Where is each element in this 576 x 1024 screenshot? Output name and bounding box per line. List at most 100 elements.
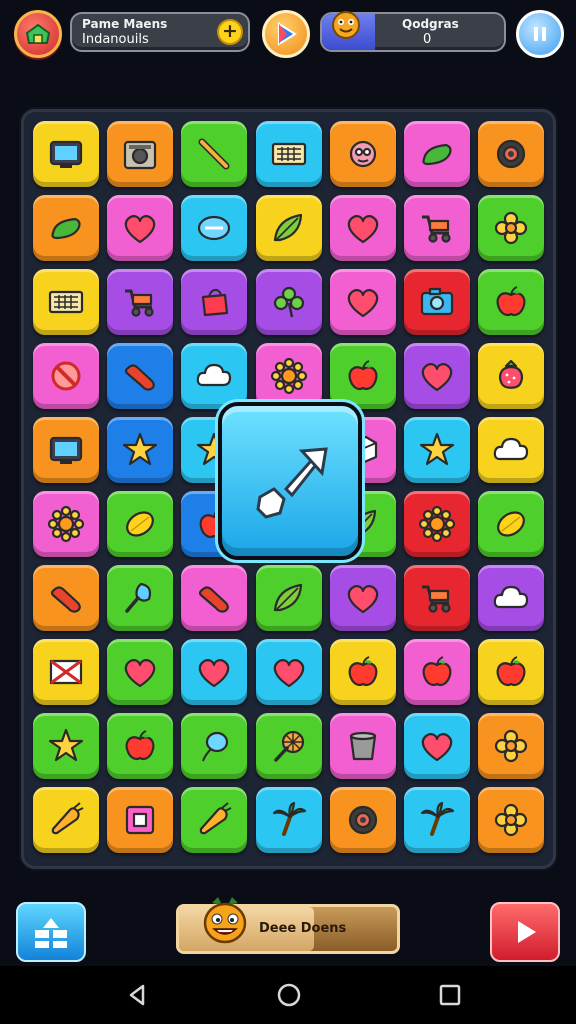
- board-tile[interactable]: [33, 269, 99, 335]
- board-tile[interactable]: [255, 639, 322, 705]
- bag-icon: [202, 288, 229, 317]
- board-tile[interactable]: [255, 565, 322, 631]
- board-tile[interactable]: [33, 639, 99, 705]
- apple-icon: [125, 730, 155, 761]
- stick-icon: [198, 138, 230, 170]
- apple-icon: [348, 360, 378, 391]
- board-tile[interactable]: [107, 121, 174, 187]
- board-tile[interactable]: [181, 121, 248, 187]
- star-icon: [48, 728, 84, 762]
- board-tile[interactable]: [255, 269, 322, 335]
- recents-icon[interactable]: [437, 982, 463, 1008]
- board-tile[interactable]: [33, 195, 99, 261]
- board-tile[interactable]: [33, 417, 99, 483]
- board-tile[interactable]: [33, 565, 99, 631]
- trowel-icon: [125, 582, 152, 613]
- board-tile[interactable]: [404, 343, 470, 409]
- heart-icon: [347, 289, 379, 318]
- carrot-icon: [200, 802, 232, 835]
- board-tile[interactable]: [107, 343, 174, 409]
- board-tile[interactable]: [478, 195, 545, 261]
- score-value: 0: [423, 32, 432, 47]
- board-tile[interactable]: [404, 565, 470, 631]
- board-tile[interactable]: [181, 269, 248, 335]
- board-tile[interactable]: [181, 195, 248, 261]
- board-tile[interactable]: [329, 713, 396, 779]
- menu-button[interactable]: [14, 10, 62, 58]
- board-tile[interactable]: [33, 343, 99, 409]
- board-tile[interactable]: [255, 343, 322, 409]
- board-tile[interactable]: [478, 343, 545, 409]
- add-button[interactable]: +: [217, 19, 243, 45]
- play-triangle-icon: [278, 22, 297, 46]
- cart-icon: [422, 585, 451, 613]
- board-tile[interactable]: [329, 565, 396, 631]
- board-tile[interactable]: [107, 713, 174, 779]
- board-tile[interactable]: [107, 195, 174, 261]
- cloud-icon: [197, 363, 232, 387]
- board-tile[interactable]: [255, 121, 322, 187]
- home-button[interactable]: [16, 902, 86, 962]
- board-tile[interactable]: [478, 417, 545, 483]
- board-tile[interactable]: [478, 713, 545, 779]
- board-tile[interactable]: [181, 639, 248, 705]
- board-tile[interactable]: [107, 639, 174, 705]
- board-tile[interactable]: [33, 121, 99, 187]
- board-tile[interactable]: [33, 787, 99, 853]
- heart-icon: [421, 733, 453, 762]
- pause-button[interactable]: [516, 10, 564, 58]
- board-tile[interactable]: [478, 639, 545, 705]
- heart-icon: [347, 215, 379, 244]
- carrot-icon: [51, 802, 84, 835]
- board-tile[interactable]: [404, 269, 470, 335]
- board-tile[interactable]: [329, 121, 396, 187]
- board-tile[interactable]: [478, 269, 545, 335]
- board-tile[interactable]: [404, 121, 470, 187]
- heart-icon: [273, 659, 304, 688]
- back-icon[interactable]: [124, 982, 150, 1008]
- board-tile[interactable]: [329, 639, 396, 705]
- board-tile[interactable]: [329, 343, 396, 409]
- cart-icon: [422, 215, 451, 243]
- board-tile[interactable]: [255, 787, 322, 853]
- board-tile[interactable]: [478, 565, 545, 631]
- board-tile[interactable]: [107, 787, 174, 853]
- board-tile[interactable]: [329, 269, 396, 335]
- selected-tile[interactable]: [218, 402, 362, 560]
- board-tile[interactable]: [181, 787, 248, 853]
- profile-pill[interactable]: Pame Maens Indanouils +: [70, 12, 250, 52]
- pickle-icon: [422, 143, 452, 166]
- board-tile[interactable]: [107, 565, 174, 631]
- board-tile[interactable]: [181, 343, 248, 409]
- board-tile[interactable]: [33, 491, 99, 557]
- bucket-icon: [349, 731, 376, 761]
- board-tile[interactable]: [404, 417, 470, 483]
- board-tile[interactable]: [329, 787, 396, 853]
- board-tile[interactable]: [404, 639, 470, 705]
- board-tile[interactable]: [181, 565, 248, 631]
- board-tile[interactable]: [404, 787, 470, 853]
- keyboard-icon: [271, 142, 306, 166]
- play-store-button[interactable]: [262, 10, 310, 58]
- board-tile[interactable]: [404, 491, 470, 557]
- board-tile[interactable]: [404, 713, 470, 779]
- sausage-icon: [50, 586, 81, 613]
- board-tile[interactable]: [478, 121, 545, 187]
- board-tile[interactable]: [255, 713, 322, 779]
- board-tile[interactable]: [255, 195, 322, 261]
- board-tile[interactable]: [107, 269, 174, 335]
- star-icon: [123, 432, 158, 466]
- next-button[interactable]: [490, 902, 560, 962]
- apple-icon: [496, 286, 526, 317]
- home-circle-icon[interactable]: [276, 982, 302, 1008]
- board-tile[interactable]: [107, 491, 174, 557]
- heart-icon: [124, 215, 156, 244]
- board-tile[interactable]: [478, 491, 545, 557]
- play-arrow-icon: [518, 921, 536, 943]
- board-tile[interactable]: [478, 787, 545, 853]
- board-tile[interactable]: [33, 713, 99, 779]
- board-tile[interactable]: [107, 417, 174, 483]
- board-tile[interactable]: [329, 195, 396, 261]
- board-tile[interactable]: [181, 713, 248, 779]
- board-tile[interactable]: [404, 195, 470, 261]
